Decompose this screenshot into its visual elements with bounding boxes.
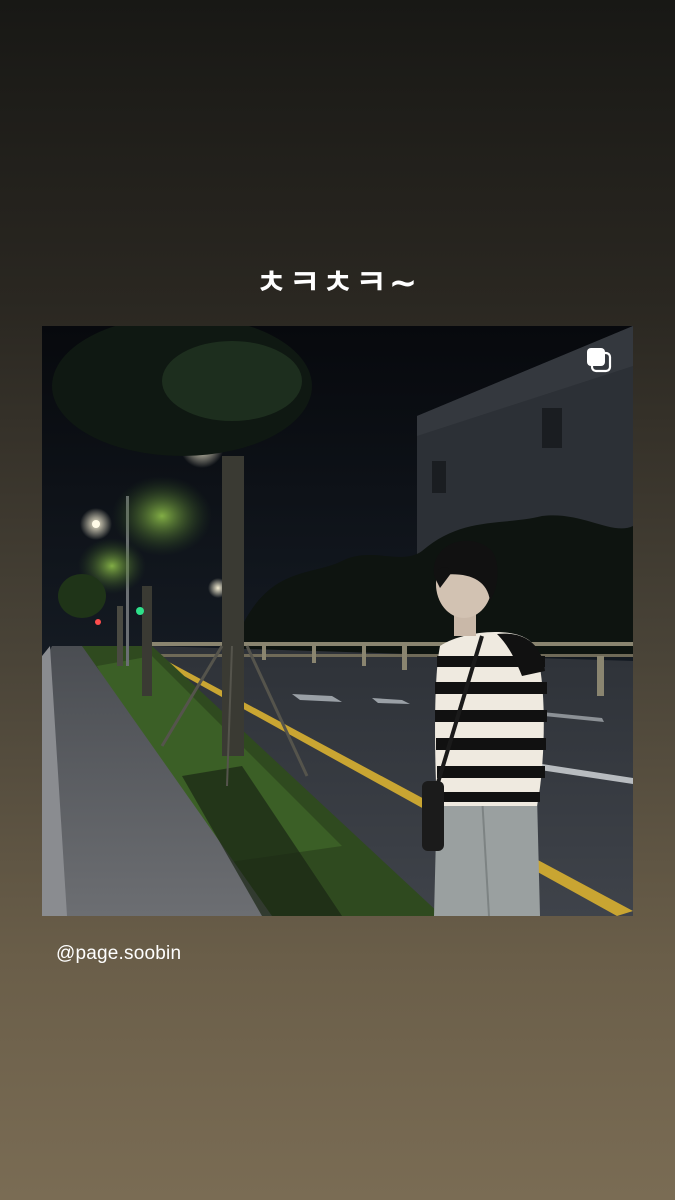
story-caption: ㅊㅋㅊㅋ~ (255, 263, 420, 303)
post-photo (42, 326, 633, 916)
shared-post-card[interactable] (42, 326, 633, 916)
author-mention[interactable]: @page.soobin (56, 943, 181, 965)
carousel-icon (587, 348, 612, 373)
